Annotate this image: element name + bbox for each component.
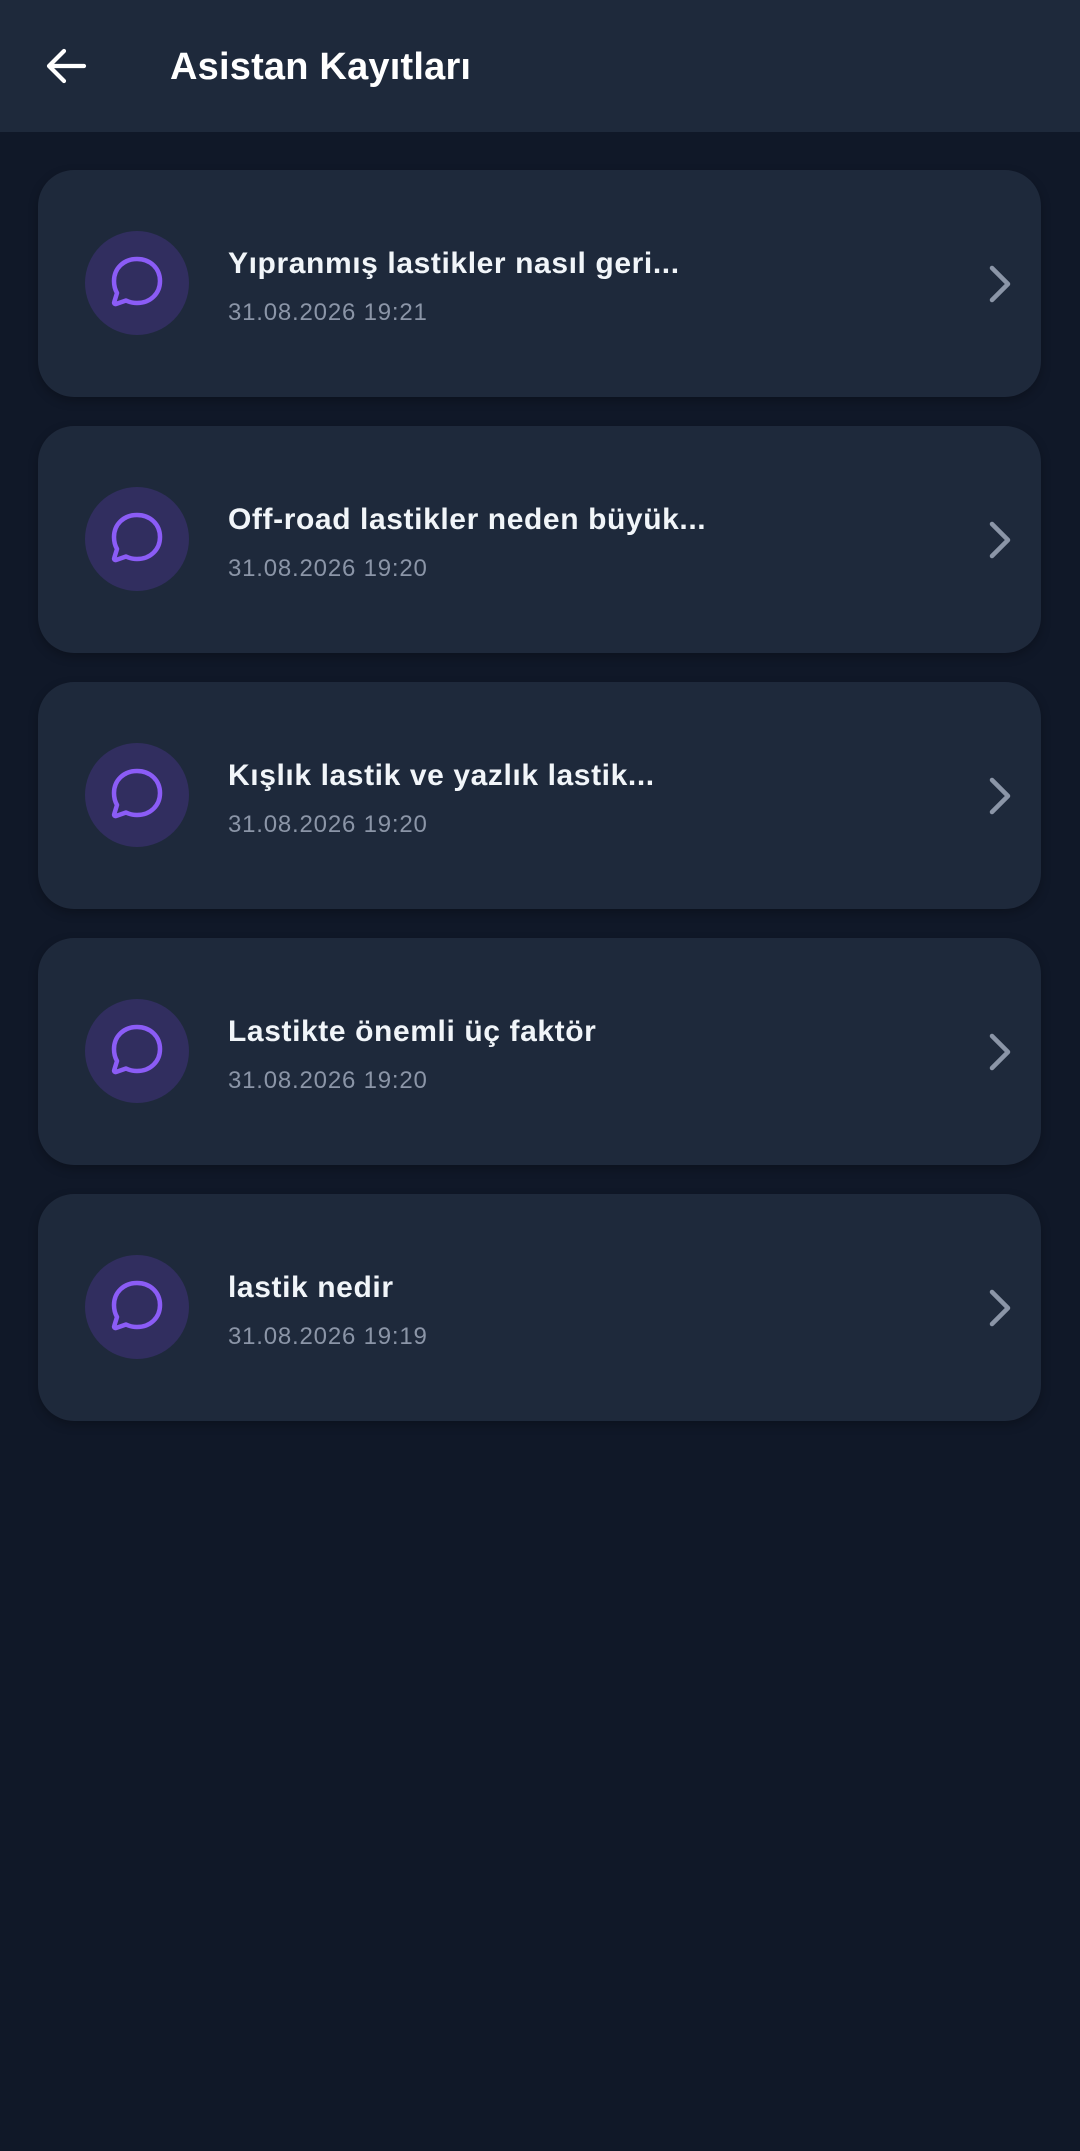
record-title: Yıpranmış lastikler nasıl geri... [228,247,680,280]
chevron-right-icon [980,1030,1020,1074]
record-title: Kışlık lastik ve yazlık lastik... [228,759,655,792]
chat-bubble-icon [111,1280,163,1331]
records-list: Yıpranmış lastikler nasıl geri... 31.08.… [38,170,1041,1450]
record-card[interactable]: Lastikte önemli üç faktör 31.08.2026 19:… [38,938,1041,1165]
back-button[interactable] [38,36,94,96]
record-card[interactable]: lastik nedir 31.08.2026 19:19 [38,1194,1041,1421]
record-avatar [85,999,189,1103]
chevron-right-icon [980,262,1020,306]
chat-bubble-icon [111,1024,163,1075]
record-avatar [85,743,189,847]
record-date: 31.08.2026 19:19 [228,1323,428,1350]
chat-bubble-icon [111,256,163,307]
record-avatar [85,487,189,591]
record-card[interactable]: Off-road lastikler neden büyük... 31.08.… [38,426,1041,653]
chevron-right-icon [980,774,1020,818]
record-avatar [85,231,189,335]
record-date: 31.08.2026 19:21 [228,299,428,326]
chevron-right-icon [980,1286,1020,1330]
arrow-left-icon [46,48,87,84]
app-bar: Asistan Kayıtları [0,0,1080,132]
page-title: Asistan Kayıtları [170,46,472,88]
chevron-right-icon [980,518,1020,562]
record-date: 31.08.2026 19:20 [228,811,428,838]
record-card[interactable]: Kışlık lastik ve yazlık lastik... 31.08.… [38,682,1041,909]
record-title: lastik nedir [228,1271,394,1304]
record-card[interactable]: Yıpranmış lastikler nasıl geri... 31.08.… [38,170,1041,397]
chat-bubble-icon [111,768,163,819]
record-title: Off-road lastikler neden büyük... [228,503,707,536]
record-avatar [85,1255,189,1359]
record-date: 31.08.2026 19:20 [228,555,428,582]
record-title: Lastikte önemli üç faktör [228,1015,597,1048]
chat-bubble-icon [111,512,163,563]
record-date: 31.08.2026 19:20 [228,1067,428,1094]
